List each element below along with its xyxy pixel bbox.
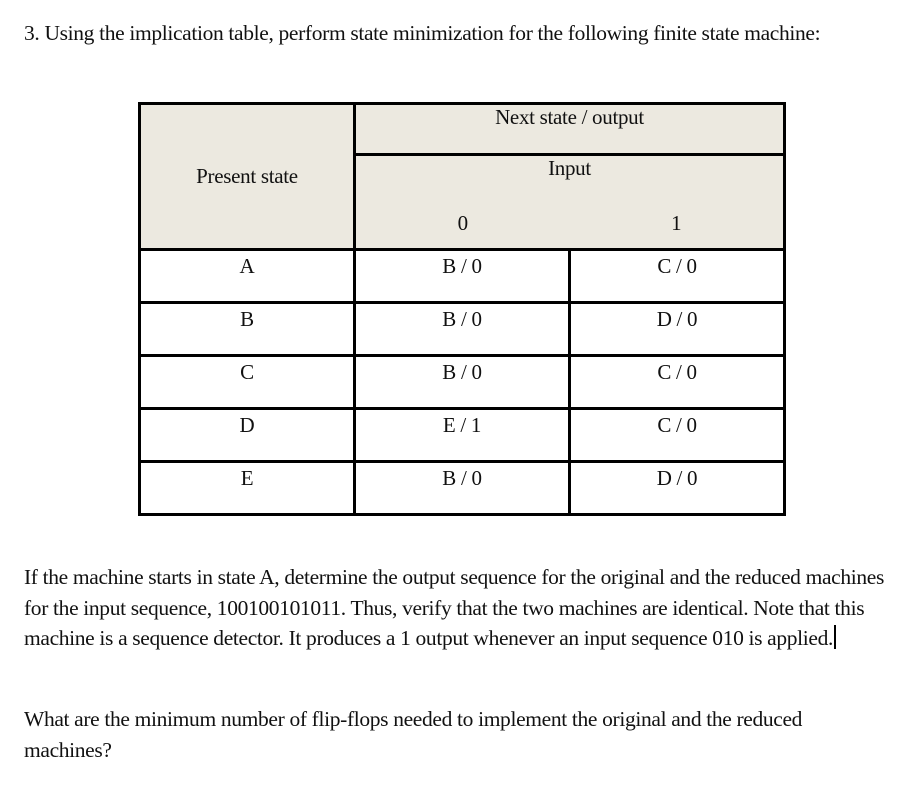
present-state-cell: D	[138, 407, 356, 463]
header-input-1: 1	[569, 198, 787, 251]
next-state-input-1-cell: D / 0	[567, 460, 787, 516]
next-state-input-0-cell: E / 1	[352, 407, 571, 463]
instructions-text: If the machine starts in state A, determ…	[24, 565, 884, 650]
present-state-cell: C	[138, 354, 356, 410]
present-state-cell: E	[138, 460, 356, 516]
table-row: A B / 0 C / 0	[138, 248, 787, 304]
flip-flop-question[interactable]: What are the minimum number of flip-flop…	[24, 704, 894, 765]
next-state-input-1-cell: C / 0	[567, 354, 787, 410]
header-present-state: Present state	[138, 102, 356, 251]
table-row: E B / 0 D / 0	[138, 460, 787, 516]
present-state-cell: A	[138, 248, 356, 304]
next-state-input-1-cell: C / 0	[567, 407, 787, 463]
header-input: Input	[352, 153, 787, 198]
next-state-input-0-cell: B / 0	[352, 354, 571, 410]
next-state-input-0-cell: B / 0	[352, 248, 571, 304]
state-table-header: Present state Next state / output Input …	[138, 102, 787, 251]
next-state-input-1-cell: C / 0	[567, 248, 787, 304]
header-input-0: 0	[352, 198, 570, 251]
table-row: B B / 0 D / 0	[138, 301, 787, 357]
table-row: D E / 1 C / 0	[138, 407, 787, 463]
table-row: C B / 0 C / 0	[138, 354, 787, 410]
question-text: 3. Using the implication table, perform …	[24, 21, 821, 45]
instructions-paragraph[interactable]: If the machine starts in state A, determ…	[24, 562, 894, 654]
header-next-state-output: Next state / output	[352, 102, 787, 156]
next-state-input-0-cell: B / 0	[352, 460, 571, 516]
state-table: Present state Next state / output Input …	[138, 102, 787, 516]
next-state-input-1-cell: D / 0	[567, 301, 787, 357]
next-state-input-0-cell: B / 0	[352, 301, 571, 357]
present-state-cell: B	[138, 301, 356, 357]
text-cursor	[834, 625, 836, 649]
